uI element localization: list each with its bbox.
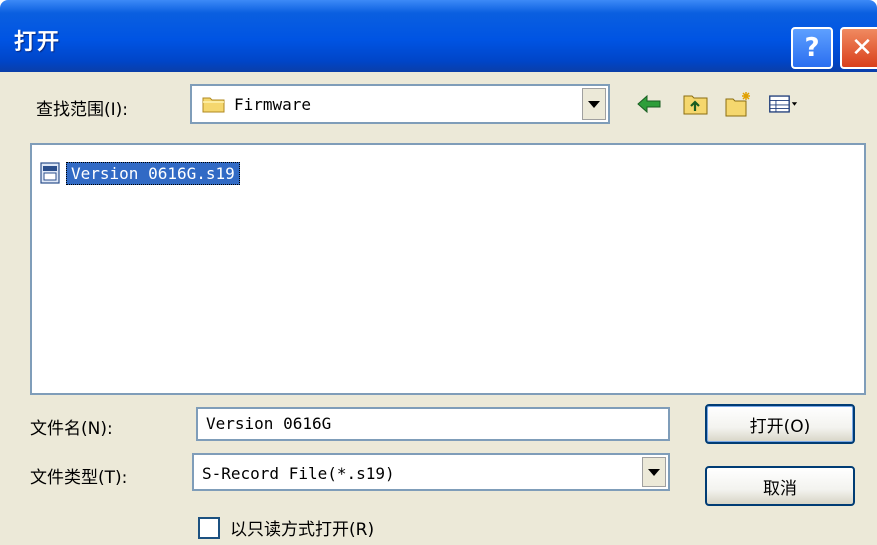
filetype-label: 文件类型(T): bbox=[30, 468, 128, 488]
open-button[interactable]: 打开(O) bbox=[705, 404, 855, 444]
lookin-label: 查找范围(I): bbox=[36, 100, 129, 120]
close-button[interactable]: ✕ bbox=[840, 27, 877, 69]
help-button[interactable]: ? bbox=[791, 27, 833, 69]
lookin-dropdown-button[interactable] bbox=[582, 88, 606, 120]
readonly-checkbox[interactable] bbox=[198, 516, 220, 539]
filename-label: 文件名(N): bbox=[30, 419, 113, 439]
file-name: Version 0616G.s19 bbox=[66, 161, 240, 185]
up-folder-icon[interactable] bbox=[681, 90, 711, 118]
window-title: 打开 bbox=[14, 30, 61, 55]
cancel-button[interactable]: 取消 bbox=[705, 466, 855, 506]
views-menu-icon[interactable] bbox=[768, 90, 798, 118]
title-bar: 打开 ? ✕ bbox=[0, 0, 877, 72]
readonly-label: 以只读方式打开(R) bbox=[230, 520, 375, 540]
file-list[interactable]: Version 0616G.s19 bbox=[30, 143, 866, 395]
readonly-option[interactable]: 以只读方式打开(R) bbox=[198, 515, 374, 540]
s19-file-icon bbox=[40, 162, 60, 184]
back-arrow-icon[interactable] bbox=[634, 90, 664, 118]
help-icon: ? bbox=[804, 33, 820, 63]
lookin-value: Firmware bbox=[234, 95, 312, 114]
filename-input[interactable]: Version 0616G bbox=[196, 407, 670, 441]
new-folder-icon[interactable] bbox=[724, 90, 754, 118]
list-item[interactable]: Version 0616G.s19 bbox=[38, 159, 240, 187]
filetype-dropdown-button[interactable] bbox=[642, 457, 666, 487]
filetype-combobox[interactable]: S-Record File(*.s19) bbox=[192, 453, 670, 491]
lookin-combobox[interactable]: Firmware bbox=[190, 84, 610, 124]
folder-icon bbox=[202, 97, 225, 113]
filetype-value: S-Record File(*.s19) bbox=[202, 464, 395, 483]
close-icon: ✕ bbox=[851, 33, 873, 63]
